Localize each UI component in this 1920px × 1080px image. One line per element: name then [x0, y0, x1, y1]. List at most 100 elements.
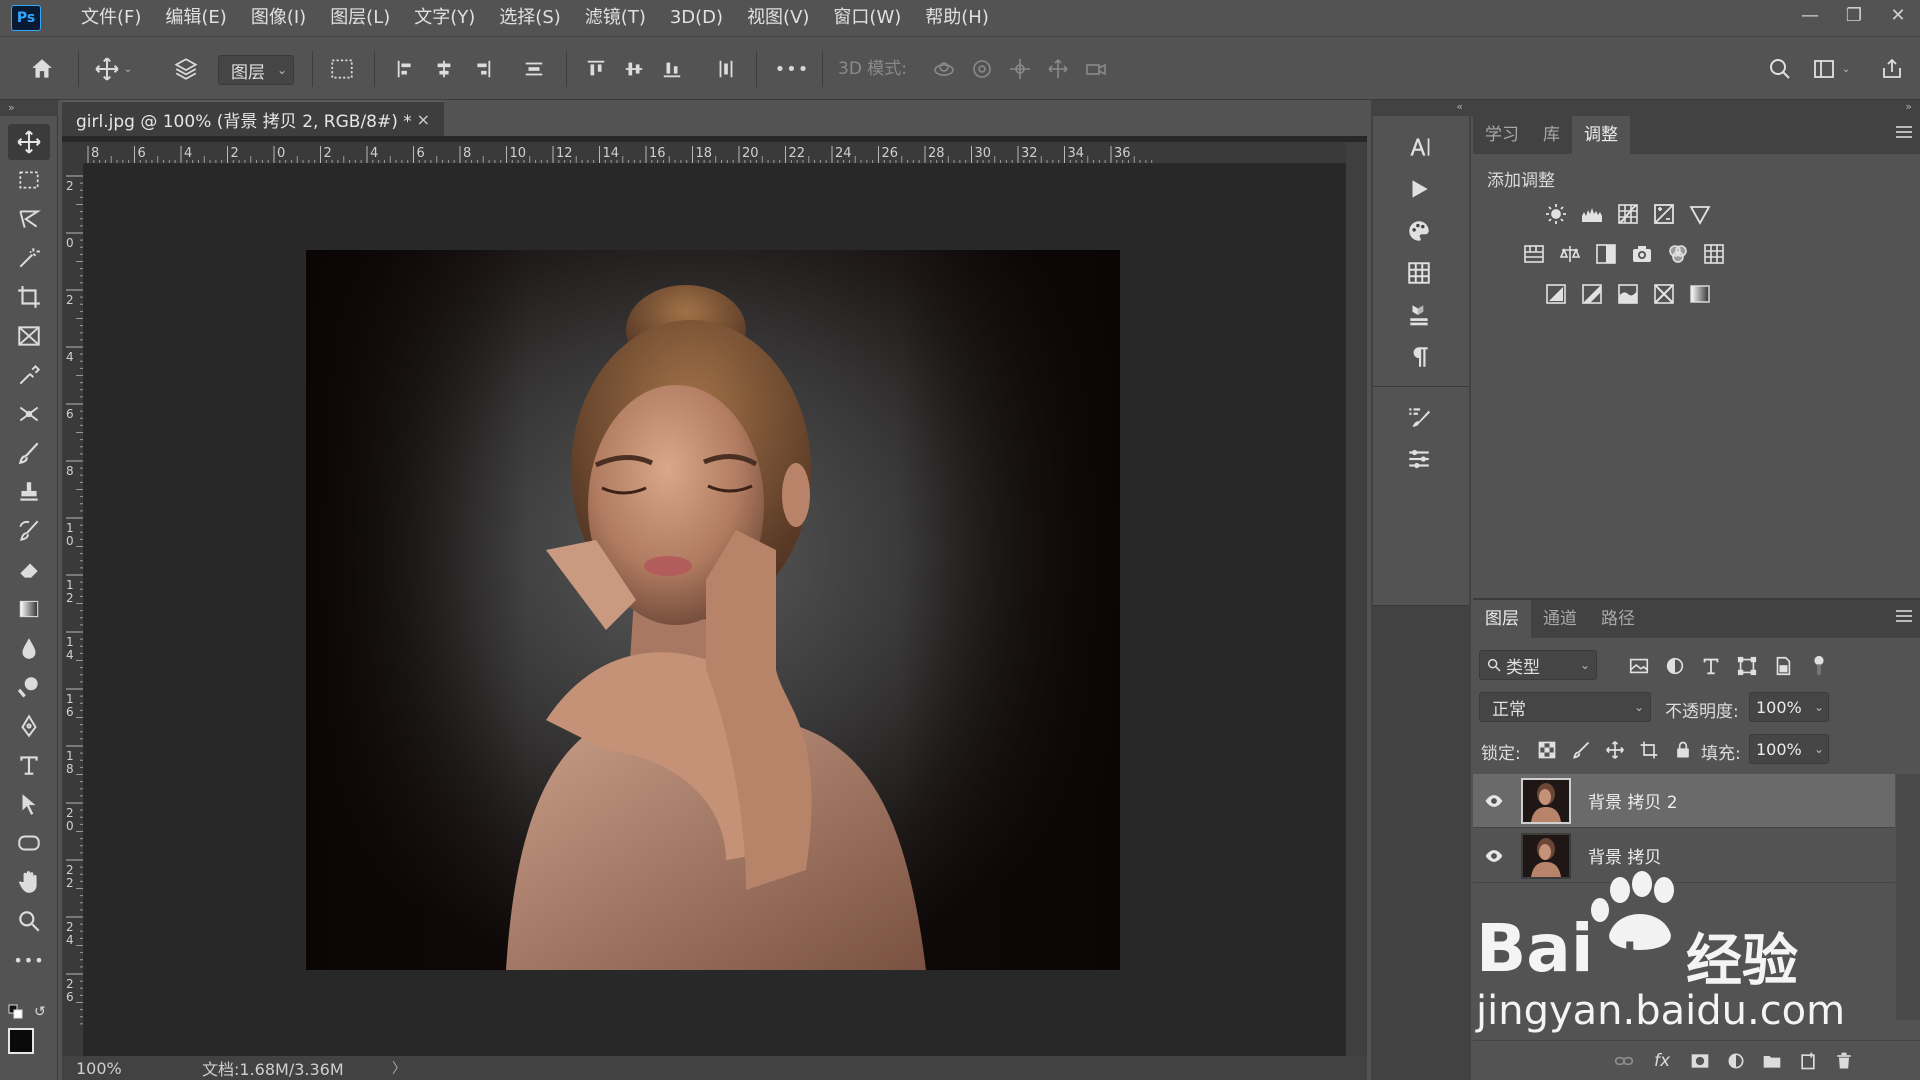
- close-tab-icon[interactable]: ×: [417, 110, 430, 129]
- black-white-icon[interactable]: [1591, 240, 1621, 268]
- layer-filter-dropdown[interactable]: 类型 ⌄: [1479, 650, 1597, 680]
- crop-tool-icon[interactable]: [8, 279, 50, 315]
- 3d-roll-icon[interactable]: [964, 37, 1000, 101]
- delete-layer-icon[interactable]: [1831, 1049, 1857, 1073]
- more-options-button[interactable]: •••: [772, 37, 812, 101]
- add-mask-icon[interactable]: [1687, 1049, 1713, 1073]
- vertical-scrollbar[interactable]: [1346, 142, 1367, 1056]
- filter-adjustment-icon[interactable]: [1663, 654, 1687, 678]
- tab-learn[interactable]: 学习: [1473, 116, 1531, 154]
- gradient-icon[interactable]: [8, 591, 50, 627]
- fx-icon[interactable]: fx: [1649, 1049, 1675, 1073]
- foreground-color-swatch[interactable]: [8, 1028, 34, 1054]
- menu-filter[interactable]: 滤镜(T): [573, 0, 658, 36]
- search-icon[interactable]: [1762, 37, 1798, 101]
- filter-smart-object-icon[interactable]: [1771, 654, 1795, 678]
- history-brush-icon[interactable]: [8, 513, 50, 549]
- tab-libraries[interactable]: 库: [1531, 116, 1572, 154]
- filter-shape-icon[interactable]: [1735, 654, 1759, 678]
- move-options-icon[interactable]: ⌄: [88, 37, 138, 101]
- lock-transparent-icon[interactable]: [1535, 738, 1559, 762]
- channel-mixer-icon[interactable]: [1663, 240, 1693, 268]
- opacity-field[interactable]: 100% ⌄: [1749, 692, 1829, 722]
- lock-pixels-icon[interactable]: [1569, 738, 1593, 762]
- close-icon[interactable]: ✕: [1876, 0, 1920, 30]
- brush-tool-icon[interactable]: [8, 435, 50, 471]
- restore-icon[interactable]: ❐: [1832, 0, 1876, 30]
- align-bottom-icon[interactable]: [654, 37, 690, 101]
- fill-field[interactable]: 100% ⌄: [1749, 734, 1829, 764]
- menu-edit[interactable]: 编辑(E): [153, 0, 238, 36]
- toolbar-collapse-icon[interactable]: »: [0, 100, 58, 116]
- right-panel-collapse-bar[interactable]: »: [1471, 100, 1920, 116]
- marquee-tool-icon[interactable]: [8, 162, 50, 198]
- magic-wand-icon[interactable]: [8, 240, 50, 276]
- new-layer-icon[interactable]: [1795, 1049, 1821, 1073]
- collapse-arrows-icon[interactable]: «: [1456, 100, 1463, 113]
- align-vcenter-icon[interactable]: [616, 37, 652, 101]
- layer-row[interactable]: 背景 拷贝 2: [1473, 774, 1895, 828]
- properties-sliders-icon[interactable]: [1397, 442, 1441, 476]
- frame-tool-icon[interactable]: [8, 318, 50, 354]
- eraser-icon[interactable]: [8, 552, 50, 588]
- layer-name[interactable]: 背景 拷贝: [1588, 843, 1661, 868]
- grid-table-icon[interactable]: [1397, 256, 1441, 290]
- actions-play-icon[interactable]: [1397, 172, 1441, 206]
- expand-arrows-icon[interactable]: »: [1905, 100, 1912, 113]
- default-colors-icon[interactable]: [8, 1004, 24, 1020]
- menu-image[interactable]: 图像(I): [239, 0, 318, 36]
- tab-channels[interactable]: 通道: [1531, 600, 1589, 638]
- menu-file[interactable]: 文件(F): [69, 0, 153, 36]
- layer-name[interactable]: 背景 拷贝 2: [1588, 788, 1678, 813]
- swap-colors-icon[interactable]: ↺: [34, 1004, 50, 1020]
- 3d-camera-icon[interactable]: [1078, 37, 1114, 101]
- lock-all-icon[interactable]: [1671, 738, 1695, 762]
- filter-type-icon[interactable]: [1699, 654, 1723, 678]
- dodge-tool-icon[interactable]: [8, 669, 50, 705]
- auto-select-layer-icon[interactable]: [166, 37, 206, 101]
- menu-3d[interactable]: 3D(D): [658, 0, 735, 36]
- menu-help[interactable]: 帮助(H): [913, 0, 1001, 36]
- color-lookup-icon[interactable]: [1699, 240, 1729, 268]
- share-icon[interactable]: [1874, 37, 1910, 101]
- move-tool-icon[interactable]: [8, 124, 50, 160]
- invert-icon[interactable]: [1541, 280, 1571, 308]
- tab-adjustments[interactable]: 调整: [1572, 116, 1630, 154]
- lock-artboard-icon[interactable]: [1637, 738, 1661, 762]
- menu-type[interactable]: 文字(Y): [402, 0, 487, 36]
- blend-mode-dropdown[interactable]: 正常 ⌄: [1479, 692, 1651, 722]
- menu-select[interactable]: 选择(S): [487, 0, 572, 36]
- align-hcenter-icon[interactable]: [426, 37, 462, 101]
- selective-color-icon[interactable]: [1649, 280, 1679, 308]
- link-layers-icon[interactable]: [1611, 1049, 1637, 1073]
- minimize-icon[interactable]: —: [1788, 0, 1832, 30]
- 3d-panel-icon[interactable]: [1397, 298, 1441, 332]
- brightness-contrast-icon[interactable]: [1541, 200, 1571, 228]
- align-right-icon[interactable]: [464, 37, 500, 101]
- hue-saturation-icon[interactable]: [1519, 240, 1549, 268]
- panel-menu-icon[interactable]: [1896, 126, 1912, 140]
- 3d-slide-icon[interactable]: [1040, 37, 1076, 101]
- hand-tool-icon[interactable]: [8, 864, 50, 900]
- threshold-icon[interactable]: [1613, 280, 1643, 308]
- eye-icon[interactable]: [1481, 843, 1507, 869]
- align-top-icon[interactable]: [578, 37, 614, 101]
- exposure-icon[interactable]: [1649, 200, 1679, 228]
- eyedropper-icon[interactable]: [8, 357, 50, 393]
- swatches-palette-icon[interactable]: [1397, 214, 1441, 248]
- posterize-icon[interactable]: [1577, 280, 1607, 308]
- vertical-ruler[interactable]: 202468101214161820222426: [62, 164, 84, 1056]
- zoom-level[interactable]: 100%: [62, 1059, 192, 1078]
- filter-pixel-icon[interactable]: [1627, 654, 1651, 678]
- brush-settings-icon[interactable]: [1397, 400, 1441, 434]
- tab-paths[interactable]: 路径: [1589, 600, 1647, 638]
- dock-collapse-bar[interactable]: «: [1371, 100, 1471, 116]
- 3d-orbit-icon[interactable]: [926, 37, 962, 101]
- layers-scrollbar[interactable]: [1896, 774, 1920, 1020]
- menu-view[interactable]: 视图(V): [735, 0, 821, 36]
- vibrance-icon[interactable]: [1685, 200, 1715, 228]
- workspace-icon[interactable]: ⌄: [1808, 37, 1854, 101]
- menu-layer[interactable]: 图层(L): [318, 0, 402, 36]
- new-adjustment-icon[interactable]: [1723, 1049, 1749, 1073]
- clone-stamp-icon[interactable]: [8, 474, 50, 510]
